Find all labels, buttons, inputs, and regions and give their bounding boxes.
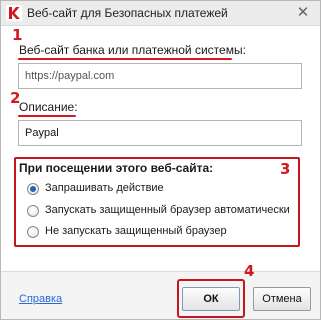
window-title: Веб-сайт для Безопасных платежей xyxy=(27,6,228,20)
marker-3: 3 xyxy=(280,160,291,178)
description-input[interactable]: Paypal xyxy=(18,120,302,146)
radio-selected-dot xyxy=(30,186,36,192)
ok-button[interactable]: ОК xyxy=(182,287,240,311)
radio-ask-action-label: Запрашивать действие xyxy=(45,182,164,194)
cancel-button[interactable]: Отмена xyxy=(253,287,311,311)
description-label-underline xyxy=(18,115,76,117)
dialog-window: Веб-сайт для Безопасных платежей ✕ 1 Веб… xyxy=(0,0,321,320)
url-label-underline xyxy=(18,58,232,60)
url-field-label: Веб-сайт банка или платежной системы: xyxy=(19,43,246,57)
visit-options-title: При посещении этого веб-сайта: xyxy=(19,161,214,175)
close-icon[interactable]: ✕ xyxy=(294,4,312,22)
help-link[interactable]: Справка xyxy=(19,293,62,305)
url-input[interactable]: https://paypal.com xyxy=(18,63,302,89)
radio-do-not-launch-browser-label: Не запускать защищенный браузер xyxy=(45,225,227,237)
radio-button[interactable] xyxy=(27,226,39,238)
radio-auto-launch-browser-label: Запускать защищенный браузер автоматичес… xyxy=(45,204,290,216)
radio-button[interactable] xyxy=(27,183,39,195)
marker-1: 1 xyxy=(12,26,23,44)
radio-button[interactable] xyxy=(27,205,39,217)
description-field-label: Описание: xyxy=(19,100,78,114)
marker-4: 4 xyxy=(244,262,255,280)
description-input-value: Paypal xyxy=(25,127,59,139)
title-bar: Веб-сайт для Безопасных платежей ✕ xyxy=(1,1,320,26)
url-input-value: https://paypal.com xyxy=(25,70,115,82)
kaspersky-k-icon xyxy=(6,5,22,21)
